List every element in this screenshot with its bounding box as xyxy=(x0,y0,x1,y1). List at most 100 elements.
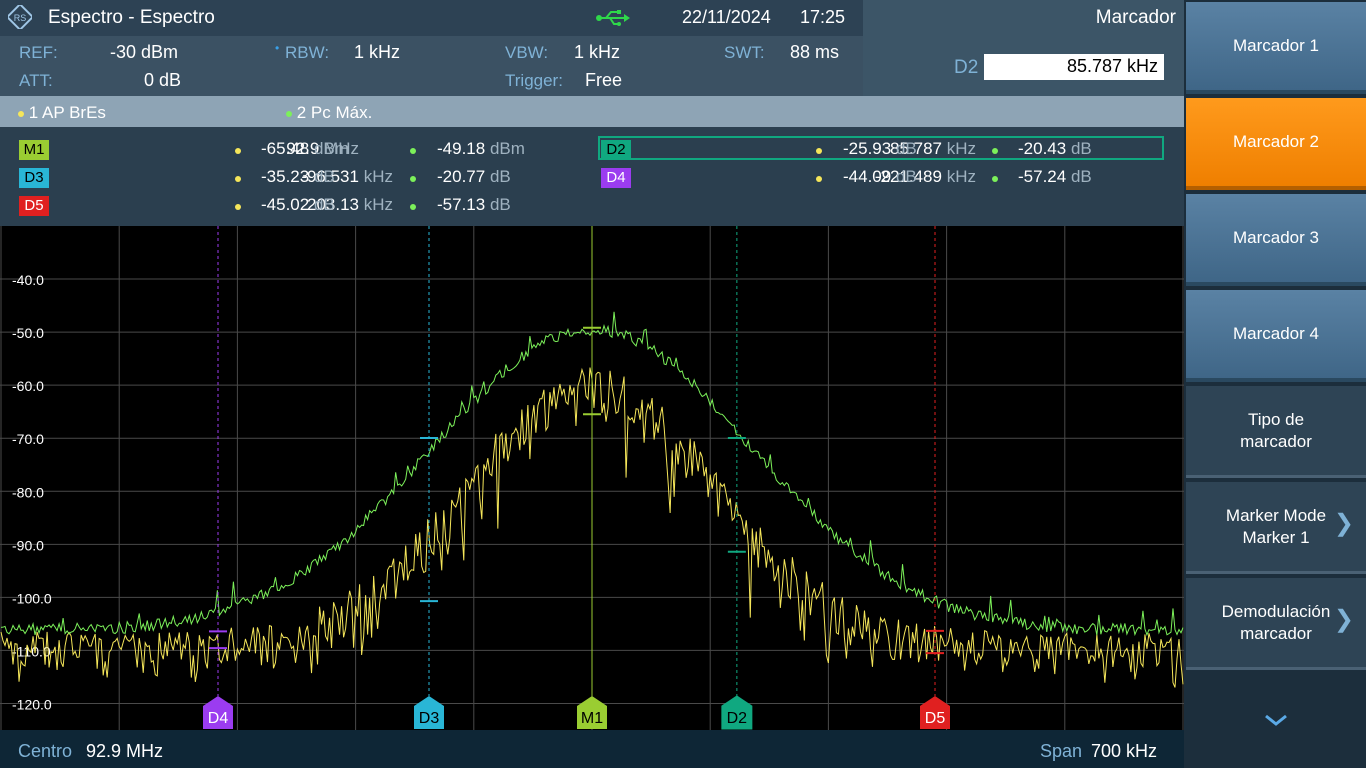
marker-d4-trace2-unit: dB xyxy=(1070,167,1092,186)
marker-d5-trace2: -57.13 xyxy=(437,195,486,214)
rbw-value[interactable]: 1 kHz xyxy=(354,42,400,63)
marker-m1-trace2-unit: dBm xyxy=(489,139,525,158)
marker-badge-d4: D4 xyxy=(601,168,631,188)
trace-1-label: 1 AP BrEs xyxy=(28,103,106,122)
softkey-marker-mode[interactable]: Marker Mode Marker 1 ❯ xyxy=(1186,482,1366,574)
marker-tag-d4[interactable]: D4 xyxy=(203,696,233,729)
softkey-label: Marcador 4 xyxy=(1233,324,1319,343)
marker-badge-d3: D3 xyxy=(19,168,49,188)
trace-1-dot-icon xyxy=(816,176,822,182)
y-tick-label: -100.0 xyxy=(12,590,52,606)
marker-badge-d5: D5 xyxy=(19,196,49,216)
y-tick-label: -50.0 xyxy=(12,325,44,341)
trace-1-dot-icon xyxy=(235,148,241,154)
marker-d5-trace1: -45.02 xyxy=(261,195,310,214)
swt-value[interactable]: 88 ms xyxy=(790,42,839,63)
marker-tag-d3[interactable]: D3 xyxy=(414,696,445,729)
marker-badge-d2: D2 xyxy=(601,140,631,160)
softkey-label: Demodulación marcador xyxy=(1221,601,1331,643)
center-value[interactable]: 92.9 MHz xyxy=(86,741,163,762)
marker-m1-trace1-unit: dBm xyxy=(313,139,349,158)
trace-2-dot-icon xyxy=(992,148,998,154)
marker-tag-m1[interactable]: M1 xyxy=(577,696,607,729)
usb-icon xyxy=(596,10,630,26)
marker-tag-label: D3 xyxy=(419,710,440,727)
softkey-marcador-1[interactable]: Marcador 1 xyxy=(1186,2,1366,94)
marker-d5-trace1-unit: dB xyxy=(313,195,335,214)
menu-title: Marcador xyxy=(1095,7,1176,28)
trace-2-label: 2 Pc Máx. xyxy=(296,103,373,122)
softkey-marcador-3[interactable]: Marcador 3 xyxy=(1186,194,1366,286)
marker-m1-trace2: -49.18 xyxy=(437,139,486,158)
swt-label: SWT: xyxy=(724,43,765,62)
att-value[interactable]: 0 dB xyxy=(144,70,181,91)
trigger-value[interactable]: Free xyxy=(585,70,622,91)
marker-tag-label: D2 xyxy=(727,710,748,727)
y-tick-label: -70.0 xyxy=(12,431,44,447)
softkey-label: Marcador 1 xyxy=(1233,36,1319,55)
d2-frequency-input[interactable]: 85.787 kHz xyxy=(984,54,1164,80)
vbw-value[interactable]: 1 kHz xyxy=(574,42,620,63)
softkey-label: Marcador 2 xyxy=(1233,132,1319,151)
marker-d2-x-unit: kHz xyxy=(946,139,976,158)
spectrum-plot[interactable]: -40.0-50.0-60.0-70.0-80.0-90.0-100.0-110… xyxy=(0,226,1184,730)
chevron-right-icon: ❯ xyxy=(1333,605,1354,633)
chevron-down-icon xyxy=(1265,714,1287,726)
trace-2-dot-icon xyxy=(286,110,292,117)
softkey-label: Marcador 3 xyxy=(1233,228,1319,247)
plot-markers[interactable]: D4 D3 M1 D2 D5 xyxy=(203,226,950,730)
marker-d2-trace2: -20.43 xyxy=(1018,139,1067,158)
svg-text:RS: RS xyxy=(14,13,27,23)
marker-d5-x-unit: kHz xyxy=(363,195,393,214)
ref-value[interactable]: -30 dBm xyxy=(110,42,178,63)
marker-d2-trace1: -25.93 xyxy=(843,139,892,158)
trace-1-item[interactable]: 1 AP BrEs xyxy=(18,103,106,123)
marker-d4-trace1: -44.09 xyxy=(843,167,892,186)
marker-tag-d5[interactable]: D5 xyxy=(919,696,950,729)
center-label: Centro xyxy=(18,741,73,761)
marker-tag-label: D4 xyxy=(208,710,229,727)
softkey-label: Marker Mode Marker 1 xyxy=(1225,505,1327,547)
trace-1-dot-icon xyxy=(816,148,822,154)
marker-badge-m1: M1 xyxy=(19,140,49,160)
rohde-schwarz-logo-icon: RS xyxy=(8,5,32,29)
rbw-coupled-indicator-icon: • xyxy=(275,41,280,55)
trace-2-dot-icon xyxy=(410,148,416,154)
marker-tag-label: D5 xyxy=(925,710,946,727)
softkey-tipo-de-marcador[interactable]: Tipo de marcador xyxy=(1186,386,1366,478)
y-tick-label: -60.0 xyxy=(12,378,44,394)
date-display: 22/11/2024 xyxy=(682,7,771,27)
marker-d5-trace2-unit: dB xyxy=(489,195,511,214)
softkey-marcador-4[interactable]: Marcador 4 xyxy=(1186,290,1366,382)
softkey-demodulacion-marcador[interactable]: Demodulación marcador ❯ xyxy=(1186,578,1366,670)
marker-d2-trace2-unit: dB xyxy=(1070,139,1092,158)
y-tick-label: -40.0 xyxy=(12,272,44,288)
trace-2-dot-icon xyxy=(410,204,416,210)
ref-label: REF: xyxy=(19,43,58,62)
d2-input-label: D2 xyxy=(954,57,979,78)
trace-2-dot-icon xyxy=(410,176,416,182)
y-tick-label: -90.0 xyxy=(12,537,44,553)
marker-tag-d2[interactable]: D2 xyxy=(721,695,753,730)
trigger-label: Trigger: xyxy=(505,71,563,90)
y-tick-label: -80.0 xyxy=(12,484,44,500)
trace-2-item[interactable]: 2 Pc Máx. xyxy=(286,103,372,123)
span-value[interactable]: 700 kHz xyxy=(1091,741,1157,762)
marker-d4-trace2: -57.24 xyxy=(1018,167,1067,186)
marker-d4-x-unit: kHz xyxy=(946,167,976,186)
trace-1-dot-icon xyxy=(235,204,241,210)
marker-d3-trace1: -35.23 xyxy=(261,167,310,186)
marker-m1-trace1: -65.48 xyxy=(261,139,310,158)
chevron-right-icon: ❯ xyxy=(1333,509,1354,537)
trace-2-dot-icon xyxy=(992,176,998,182)
app-title: Espectro - Espectro xyxy=(48,7,215,28)
y-tick-label: -120.0 xyxy=(12,696,52,712)
softkey-marcador-2[interactable]: Marcador 2 xyxy=(1186,98,1366,190)
softkey-label: Tipo de marcador xyxy=(1240,409,1312,451)
marker-tag-label: M1 xyxy=(581,710,603,727)
marker-d3-x-unit: kHz xyxy=(363,167,393,186)
marker-d3-trace2-unit: dB xyxy=(489,167,511,186)
softkey-more-button[interactable] xyxy=(1186,674,1366,766)
marker-d4-trace1-unit: dB xyxy=(895,167,917,186)
marker-d3-trace2: -20.77 xyxy=(437,167,486,186)
